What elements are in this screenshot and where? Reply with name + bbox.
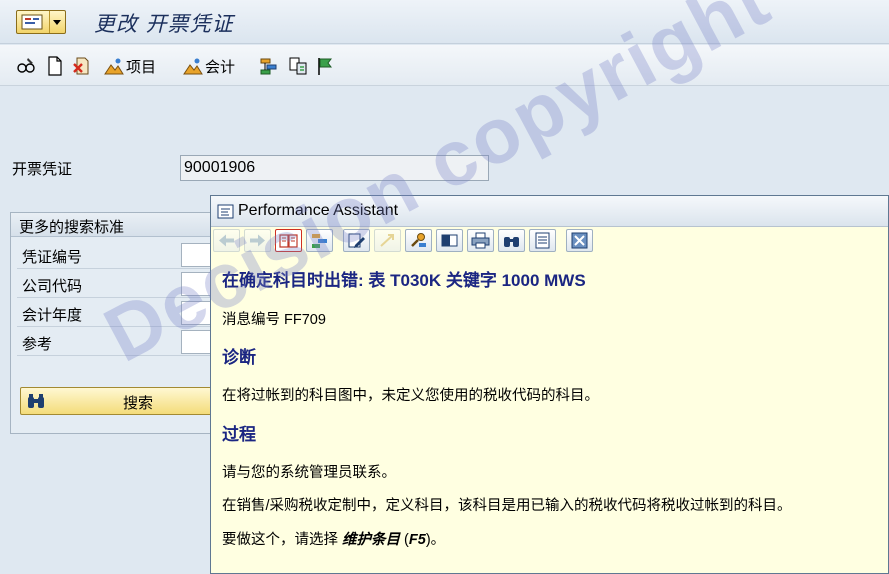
document-number-label: 凭证编号 <box>22 249 83 266</box>
maintain-entries-link[interactable]: 维护条目 <box>342 532 400 548</box>
criteria-row-document-number: 凭证编号 <box>17 241 221 269</box>
printer-icon <box>471 232 490 248</box>
billing-document-field[interactable]: 90001906 <box>180 155 489 181</box>
criteria-row-reference: 参考 <box>17 328 221 356</box>
more-search-criteria-group: 更多的搜索标准 凭证编号 公司代码 会计年度 参考 搜索 <box>10 212 221 434</box>
billing-document-label: 开票凭证 <box>12 161 73 178</box>
f5-key: F5 <box>408 532 426 548</box>
binoculars-icon <box>28 394 44 408</box>
procedure-text-3-prefix: 要做这个，请选择 <box>222 532 343 548</box>
performance-assistant-title-bar[interactable]: Performance Assistant <box>211 196 888 227</box>
cancel-document-button[interactable] <box>72 54 92 78</box>
accounting-label: 会计 <box>205 58 236 76</box>
search-group-title: 更多的搜索标准 <box>11 213 219 237</box>
document-flow-button[interactable] <box>288 54 308 78</box>
display-change-button[interactable] <box>16 54 36 78</box>
document-list-button[interactable] <box>529 228 556 252</box>
close-icon <box>571 232 588 248</box>
help-window-icon <box>217 204 234 218</box>
search-button[interactable]: 搜索 <box>20 387 216 415</box>
procedure-heading: 过程 <box>222 425 256 444</box>
performance-assistant-window: Performance Assistant 在确定科目时出错: 表 T030K … <box>210 195 889 574</box>
window-dock-icon <box>441 234 458 246</box>
message-number: 消息编号 FF709 <box>222 312 326 328</box>
binoculars-icon <box>504 236 519 247</box>
chevron-down-icon <box>49 11 63 33</box>
items-button[interactable]: 项目 <box>104 54 156 78</box>
arrow-right-icon <box>250 234 265 246</box>
procedure-text-2: 在销售/采购税收定制中，定义科目，该科目是用已输入的税收代码将税收过帐到的科目。 <box>222 498 792 514</box>
criteria-row-company-code: 公司代码 <box>17 270 221 298</box>
document-list-icon <box>535 232 550 248</box>
diagnosis-heading: 诊断 <box>222 348 256 367</box>
procedure-text-1: 请与您的系统管理员联系。 <box>222 465 396 481</box>
flag-icon <box>318 58 332 75</box>
close-button[interactable] <box>566 228 593 252</box>
system-menu-button[interactable] <box>16 10 66 34</box>
diagnosis-text: 在将过帐到的科目图中，未定义您使用的税收代码的科目。 <box>222 388 599 404</box>
edit-button[interactable] <box>343 228 370 252</box>
page-title: 更改 开票凭证 <box>94 12 234 36</box>
title-bar: 更改 开票凭证 <box>0 0 889 44</box>
items-label: 项目 <box>126 58 157 76</box>
resize-icon <box>380 233 394 247</box>
mountain-icon <box>183 58 203 75</box>
accounting-button[interactable]: 会计 <box>183 54 235 78</box>
document-flow-icon <box>289 57 307 75</box>
company-code-label: 公司代码 <box>22 278 83 295</box>
procedure-key-close: )。 <box>425 532 446 548</box>
mountain-icon <box>104 58 124 75</box>
application-help-button[interactable] <box>275 228 302 252</box>
structure-button[interactable] <box>306 228 333 252</box>
message-title: 在确定科目时出错: 表 T030K 关键字 1000 MWS <box>222 271 586 290</box>
menu-icon <box>21 14 43 30</box>
arrow-left-icon <box>219 234 234 246</box>
criteria-row-fiscal-year: 会计年度 <box>17 299 221 327</box>
tools-icon <box>411 232 426 247</box>
performance-assistant-title: Performance Assistant <box>238 202 399 219</box>
document-icon <box>48 56 62 76</box>
pencil-icon <box>348 233 365 248</box>
open-book-icon <box>279 233 298 248</box>
dock-button[interactable] <box>436 228 463 252</box>
search-button-label: 搜索 <box>123 395 154 412</box>
procedure-key-open: ( <box>400 532 409 548</box>
reference-label: 参考 <box>22 336 53 353</box>
expand-button[interactable] <box>374 228 401 252</box>
hierarchy-icon <box>260 58 277 75</box>
performance-assistant-toolbar <box>211 227 888 253</box>
technical-info-button[interactable] <box>405 228 432 252</box>
find-button[interactable] <box>498 228 525 252</box>
application-toolbar: 项目 会计 <box>0 45 889 86</box>
back-button[interactable] <box>213 228 240 252</box>
procedure-text-3: 要做这个，请选择 维护条目 (F5)。 <box>222 528 445 549</box>
print-button[interactable] <box>467 228 494 252</box>
forward-button[interactable] <box>244 228 271 252</box>
hierarchy-icon <box>312 233 327 248</box>
structure-button[interactable] <box>259 54 279 78</box>
fiscal-year-label: 会计年度 <box>22 307 83 324</box>
status-flag-button[interactable] <box>315 54 335 78</box>
document-cancel-icon <box>73 57 89 75</box>
new-document-button[interactable] <box>45 54 65 78</box>
glasses-pencil-icon <box>17 58 35 73</box>
